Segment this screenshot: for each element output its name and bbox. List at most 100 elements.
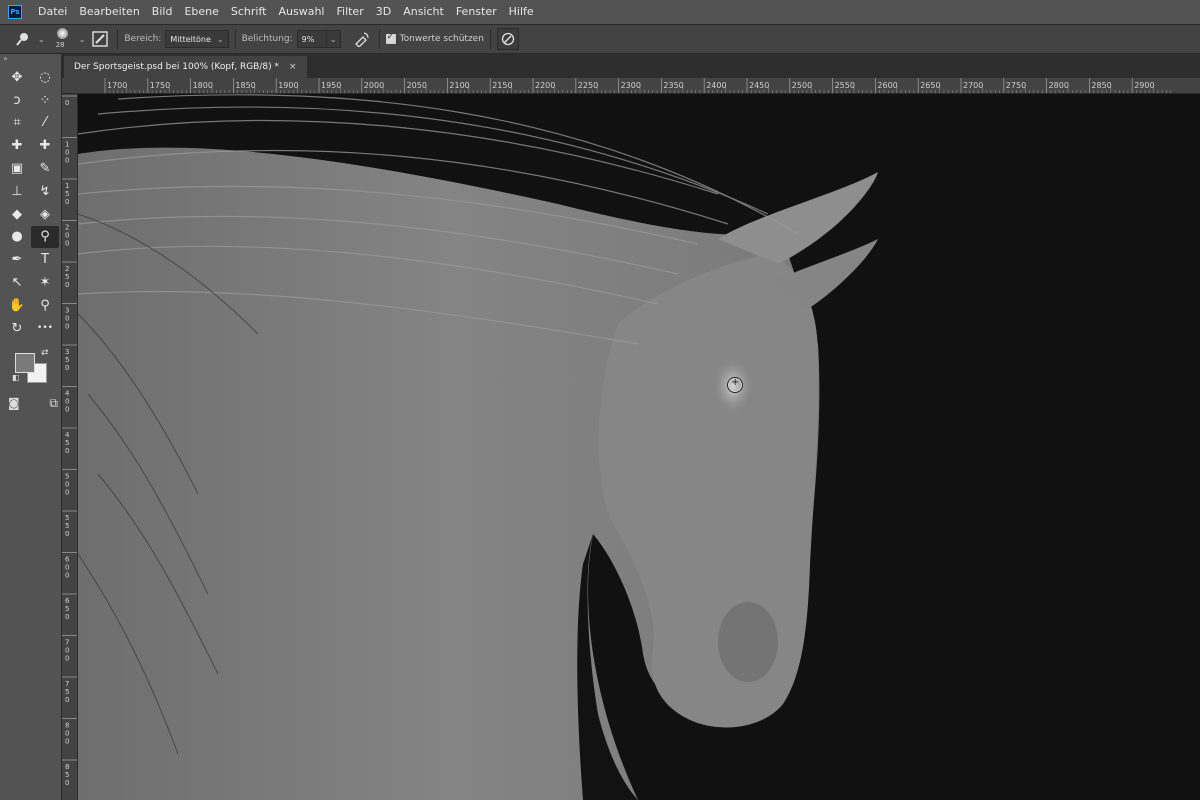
- hand-tool-icon[interactable]: ✋: [3, 294, 31, 317]
- document-canvas[interactable]: [78, 94, 1200, 800]
- pen-tool-icon[interactable]: ✒: [3, 248, 31, 271]
- ruler-tick-label: 1800: [193, 81, 213, 90]
- healing-brush-tool-icon[interactable]: ✚: [3, 134, 31, 157]
- exposure-input[interactable]: 9%: [296, 30, 327, 48]
- quick-mask-icon[interactable]: ◙: [8, 396, 20, 411]
- ruler-tick-label: 400: [65, 390, 70, 414]
- ruler-tick-label: 1950: [321, 81, 341, 90]
- ruler-tick-label: 2250: [578, 81, 598, 90]
- menu-hilfe[interactable]: Hilfe: [503, 0, 540, 24]
- menu-datei[interactable]: Datei: [32, 0, 73, 24]
- divider: [378, 29, 380, 49]
- menu-3d[interactable]: 3D: [370, 0, 397, 24]
- ruler-tick-label: 850: [65, 763, 69, 787]
- ruler-tick-label: 2150: [492, 81, 512, 90]
- ruler-tick-label: 2400: [706, 81, 726, 90]
- menu-filter[interactable]: Filter: [330, 0, 369, 24]
- menu-bearbeiten[interactable]: Bearbeiten: [73, 0, 145, 24]
- ruler-tick-label: 800: [65, 722, 69, 746]
- quick-select-tool-icon[interactable]: ⁘: [31, 89, 59, 112]
- menu-fenster[interactable]: Fenster: [450, 0, 503, 24]
- rotate-view-tool-icon[interactable]: ↻: [3, 317, 31, 340]
- more-tools-icon[interactable]: •••: [31, 317, 59, 340]
- menu-schrift[interactable]: Schrift: [225, 0, 273, 24]
- vertical-ruler: 0 100 150 200 250 300 350 400 450 500 550 600 650 700…: [62, 94, 78, 800]
- menu-bar: Ps Datei Bearbeiten Bild Ebene Schrift A…: [0, 0, 1200, 24]
- shape-tool-icon[interactable]: ✶: [31, 271, 59, 294]
- range-value: Mitteltöne: [170, 34, 211, 44]
- paint-bucket-tool-icon[interactable]: ◈: [31, 203, 59, 226]
- pressure-size-icon[interactable]: [496, 28, 519, 50]
- blur-tool-icon[interactable]: ●: [3, 226, 31, 249]
- brush-preset-picker[interactable]: 28: [51, 26, 75, 52]
- lasso-tool-icon[interactable]: ↄ: [3, 89, 31, 112]
- chevron-down-icon: ⌄: [216, 34, 224, 44]
- ruler-tick-label: 1750: [150, 81, 170, 90]
- foreground-color-swatch[interactable]: [15, 353, 35, 373]
- ruler-tick-label: 2750: [1006, 81, 1026, 90]
- horse-artwork: [78, 94, 878, 800]
- protect-tones-checkbox[interactable]: [385, 32, 396, 44]
- close-icon[interactable]: ×: [289, 62, 297, 72]
- chevron-down-icon[interactable]: ⌄: [38, 35, 45, 44]
- ruler-tick-label: 2600: [877, 81, 897, 90]
- clone-stamp-tool-icon[interactable]: ⊥: [3, 180, 31, 203]
- brush-tool-icon[interactable]: ✎: [31, 157, 59, 180]
- horizontal-ruler-ticks: 1700 1750 1800 1850 1900 1950 2000 2050 2100 2150…: [104, 78, 1172, 93]
- ruler-tick-label: 2500: [792, 81, 812, 90]
- ruler-tick-label: 2800: [1049, 81, 1069, 90]
- airbrush-icon[interactable]: [351, 28, 373, 50]
- document-tab[interactable]: Der Sportsgeist.psd bei 100% (Kopf, RGB/…: [64, 56, 307, 78]
- ruler-tick-label: 1700: [107, 81, 127, 90]
- horse-muzzle-shape: [718, 602, 778, 682]
- eyedropper-tool-icon[interactable]: ⁄: [31, 112, 59, 135]
- marquee-tool-icon[interactable]: ◌: [31, 66, 59, 89]
- menu-bild[interactable]: Bild: [146, 0, 179, 24]
- zoom-tool-icon[interactable]: ⚲: [31, 294, 59, 317]
- ruler-tick-label: 200: [65, 224, 69, 248]
- dodge-tool-preset-icon[interactable]: [12, 28, 34, 50]
- tools-grid: ✥ ◌ ↄ ⁘ ⌗ ⁄ ✚ ✚ ▣ ✎ ⊥ ↯ ◆ ◈ ● ⚲ ✒ T ↖ ✶ ✋ ⚲ ↻ •••: [0, 64, 61, 342]
- protect-tones-label: Tonwerte schützen: [399, 34, 484, 44]
- chevron-down-icon: ⌄: [329, 34, 337, 44]
- ruler-tick-label: 2900: [1134, 81, 1154, 90]
- divider: [489, 29, 491, 49]
- divider: [234, 29, 236, 49]
- collapse-toolbar-icon[interactable]: »: [0, 54, 61, 64]
- ruler-tick-label: 450: [65, 431, 70, 455]
- exposure-dropdown[interactable]: ⌄: [326, 30, 341, 48]
- ruler-tick-label: 700: [65, 639, 69, 663]
- screen-mode-icon[interactable]: ⧉: [49, 396, 58, 411]
- ruler-tick-label: 2650: [920, 81, 940, 90]
- range-select[interactable]: Mitteltöne ⌄: [165, 30, 229, 48]
- path-select-tool-icon[interactable]: ↖: [3, 271, 31, 294]
- spot-healing-tool-icon[interactable]: ✚: [31, 134, 59, 157]
- ruler-tick-label: 2100: [449, 81, 469, 90]
- move-tool-icon[interactable]: ✥: [3, 66, 31, 89]
- document-tab-title: Der Sportsgeist.psd bei 100% (Kopf, RGB/…: [74, 62, 279, 72]
- ruler-tick-label: 2550: [835, 81, 855, 90]
- history-brush-tool-icon[interactable]: ↯: [31, 180, 59, 203]
- ruler-tick-label: 1850: [235, 81, 255, 90]
- default-colors-icon[interactable]: ◧: [12, 373, 20, 382]
- swap-colors-icon[interactable]: ⇄: [41, 348, 49, 358]
- crop-tool-icon[interactable]: ⌗: [3, 112, 31, 135]
- menu-ansicht[interactable]: Ansicht: [397, 0, 450, 24]
- dodge-tool-icon[interactable]: ⚲: [31, 225, 59, 249]
- ruler-tick-label: 550: [65, 514, 69, 538]
- ruler-tick-label: 2450: [749, 81, 769, 90]
- photoshop-logo-icon[interactable]: Ps: [8, 5, 22, 19]
- menu-ebene[interactable]: Ebene: [178, 0, 224, 24]
- document-tab-bar: Der Sportsgeist.psd bei 100% (Kopf, RGB/…: [62, 54, 1200, 78]
- options-bar: ⌄ 28 ⌄ Bereich: Mitteltöne ⌄ Belichtung:…: [0, 24, 1200, 54]
- ruler-tick-label: 150: [65, 182, 69, 206]
- ruler-tick-label: 350: [65, 348, 69, 372]
- type-tool-icon[interactable]: T: [31, 248, 59, 271]
- frame-tool-icon[interactable]: ▣: [3, 157, 31, 180]
- menu-auswahl[interactable]: Auswahl: [272, 0, 330, 24]
- ruler-tick-label: 650: [65, 597, 70, 621]
- ruler-tick-label: 2350: [663, 81, 683, 90]
- eraser-tool-icon[interactable]: ◆: [3, 203, 31, 226]
- chevron-down-icon[interactable]: ⌄: [79, 35, 86, 44]
- brush-settings-icon[interactable]: [89, 28, 111, 50]
